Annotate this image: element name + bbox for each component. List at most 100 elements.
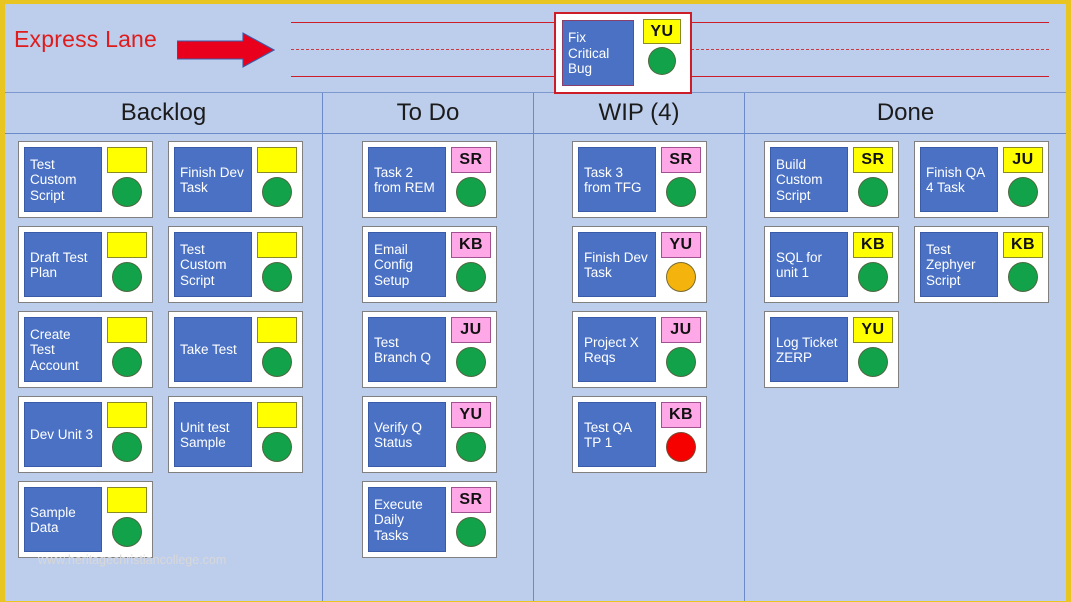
card-title: Email Config Setup: [368, 232, 446, 297]
kanban-board: Express Lane Fix Critical Bug YU Backlog: [0, 0, 1071, 602]
card-status-indicator[interactable]: [666, 262, 696, 292]
card[interactable]: Test Branch Q JU: [362, 311, 497, 388]
card[interactable]: Email Config Setup KB: [362, 226, 497, 303]
card-assignee-badge[interactable]: YU: [661, 232, 701, 258]
card-status-indicator[interactable]: [1008, 177, 1038, 207]
card[interactable]: Take Test: [168, 311, 303, 388]
card-assignee-badge[interactable]: KB: [451, 232, 491, 258]
column-body-backlog[interactable]: Test Custom Script Draft Test Plan Create …: [5, 134, 322, 601]
card-status-indicator[interactable]: [262, 432, 292, 462]
card-assignee-badge[interactable]: [107, 402, 147, 428]
card[interactable]: Finish QA 4 Task JU: [914, 141, 1049, 218]
card-assignee-badge[interactable]: SR: [451, 147, 491, 173]
card-title: Take Test: [174, 317, 252, 382]
card-assignee-badge[interactable]: KB: [1003, 232, 1043, 258]
card-status-indicator[interactable]: [666, 432, 696, 462]
card-assignee-badge[interactable]: [107, 317, 147, 343]
card[interactable]: Verify Q Status YU: [362, 396, 497, 473]
card-status-indicator[interactable]: [112, 177, 142, 207]
column-backlog: Backlog Test Custom Script Draft Test Pla…: [5, 93, 322, 601]
card-status-indicator[interactable]: [112, 432, 142, 462]
card-assignee-badge[interactable]: SR: [451, 487, 491, 513]
card-group: Finish Dev Task Test Custom Script Take Te…: [168, 141, 303, 481]
card[interactable]: Log Ticket ZERP YU: [764, 311, 899, 388]
card-group: Test Custom Script Draft Test Plan Create …: [18, 141, 153, 566]
card-assignee-badge[interactable]: [257, 232, 297, 258]
card[interactable]: Test Custom Script: [168, 226, 303, 303]
card-assignee-badge[interactable]: SR: [661, 147, 701, 173]
card[interactable]: Unit test Sample: [168, 396, 303, 473]
card-status-indicator[interactable]: [262, 177, 292, 207]
card[interactable]: Task 2 from REM SR: [362, 141, 497, 218]
card-title: Task 2 from REM: [368, 147, 446, 212]
card[interactable]: SQL for unit 1 KB: [764, 226, 899, 303]
column-body-done[interactable]: Build Custom Script SR SQL for unit 1 KB Log…: [745, 134, 1066, 601]
card-status-indicator[interactable]: [456, 177, 486, 207]
card-title: Project X Reqs: [578, 317, 656, 382]
card-title: Sample Data: [24, 487, 102, 552]
express-lane: Express Lane Fix Critical Bug YU: [5, 4, 1066, 94]
card-meta: YU: [634, 16, 690, 90]
card-assignee-badge[interactable]: JU: [451, 317, 491, 343]
card[interactable]: Fix Critical Bug YU: [558, 16, 690, 90]
card[interactable]: Test Custom Script: [18, 141, 153, 218]
card[interactable]: Build Custom Script SR: [764, 141, 899, 218]
card-title: Test Branch Q: [368, 317, 446, 382]
card-status-indicator[interactable]: [456, 347, 486, 377]
card-assignee-badge[interactable]: [257, 147, 297, 173]
card-assignee-badge[interactable]: KB: [853, 232, 893, 258]
card-meta: [252, 227, 302, 302]
card-meta: SR: [656, 142, 706, 217]
card[interactable]: Test Zephyer Script KB: [914, 226, 1049, 303]
card-status-indicator[interactable]: [262, 262, 292, 292]
card[interactable]: Dev Unit 3: [18, 396, 153, 473]
card-assignee-badge[interactable]: [257, 402, 297, 428]
card-assignee-badge[interactable]: JU: [1003, 147, 1043, 173]
card-assignee-badge[interactable]: YU: [451, 402, 491, 428]
card-assignee-badge[interactable]: [107, 232, 147, 258]
card-title: SQL for unit 1: [770, 232, 848, 297]
card[interactable]: Sample Data: [18, 481, 153, 558]
card-status-indicator[interactable]: [1008, 262, 1038, 292]
card-meta: KB: [998, 227, 1048, 302]
card-meta: SR: [848, 142, 898, 217]
card-status-indicator[interactable]: [112, 262, 142, 292]
card[interactable]: Execute Daily Tasks SR: [362, 481, 497, 558]
card-status-indicator[interactable]: [456, 517, 486, 547]
column-body-wip[interactable]: Task 3 from TFG SR Finish Dev Task YU Projec…: [534, 134, 744, 601]
card-status-indicator[interactable]: [456, 262, 486, 292]
card-title: Test Custom Script: [24, 147, 102, 212]
card[interactable]: Test QA TP 1 KB: [572, 396, 707, 473]
card-status-indicator[interactable]: [858, 347, 888, 377]
card[interactable]: Finish Dev Task: [168, 141, 303, 218]
card-assignee-badge[interactable]: KB: [661, 402, 701, 428]
card-assignee-badge[interactable]: [257, 317, 297, 343]
column-body-todo[interactable]: Task 2 from REM SR Email Config Setup KB Tes…: [323, 134, 533, 601]
card[interactable]: Project X Reqs JU: [572, 311, 707, 388]
card-status-indicator[interactable]: [858, 177, 888, 207]
card-assignee-badge[interactable]: [107, 147, 147, 173]
card[interactable]: Finish Dev Task YU: [572, 226, 707, 303]
card-group: Build Custom Script SR SQL for unit 1 KB Log…: [764, 141, 899, 396]
card-title: Finish QA 4 Task: [920, 147, 998, 212]
card-assignee-badge[interactable]: YU: [853, 317, 893, 343]
card[interactable]: Draft Test Plan: [18, 226, 153, 303]
card-title: Fix Critical Bug: [562, 20, 634, 86]
card-status-indicator[interactable]: [666, 347, 696, 377]
card-status-indicator[interactable]: [262, 347, 292, 377]
card-status-indicator[interactable]: [666, 177, 696, 207]
card-status-indicator[interactable]: [456, 432, 486, 462]
card-assignee-badge[interactable]: JU: [661, 317, 701, 343]
card-title: Dev Unit 3: [24, 402, 102, 467]
card[interactable]: Task 3 from TFG SR: [572, 141, 707, 218]
card-group: Task 3 from TFG SR Finish Dev Task YU Projec…: [572, 141, 707, 481]
card-assignee-badge[interactable]: [107, 487, 147, 513]
card-status-indicator[interactable]: [648, 47, 676, 75]
card-assignee-badge[interactable]: YU: [643, 19, 681, 44]
card-status-indicator[interactable]: [112, 517, 142, 547]
card[interactable]: Create Test Account: [18, 311, 153, 388]
card-status-indicator[interactable]: [858, 262, 888, 292]
card-status-indicator[interactable]: [112, 347, 142, 377]
card-assignee-badge[interactable]: SR: [853, 147, 893, 173]
column-wip: WIP (4) Task 3 from TFG SR Finish Dev Task…: [533, 93, 744, 601]
